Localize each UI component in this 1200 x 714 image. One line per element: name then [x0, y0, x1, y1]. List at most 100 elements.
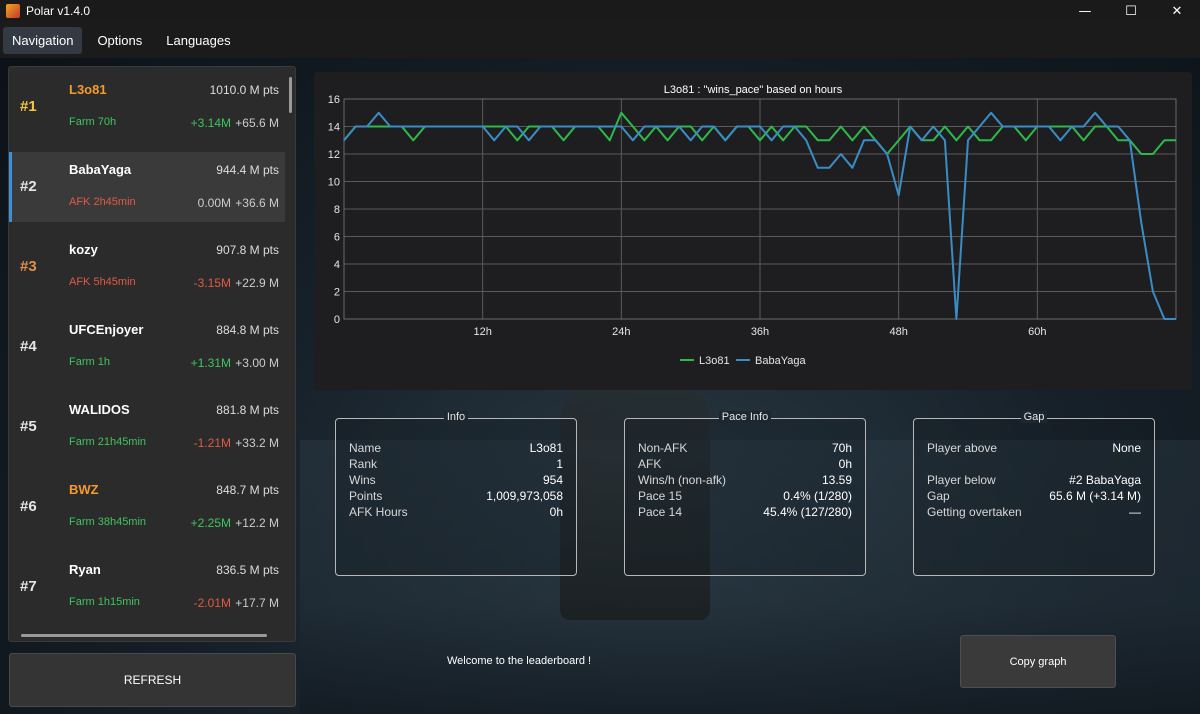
refresh-button[interactable]: REFRESH — [9, 653, 296, 707]
rank-label: #6 — [20, 498, 37, 515]
rank-label: #3 — [20, 258, 37, 275]
player-points: 881.8 M pts — [216, 403, 279, 417]
title-bar: Polar v1.4.0 — ☐ ✕ — [0, 0, 1200, 22]
leaderboard-list[interactable]: #1 L3o81 1010.0 M pts Farm 70h +3.14M +6… — [8, 66, 296, 642]
player-status: Farm 38h45min — [69, 516, 147, 528]
player-delta: -2.01M — [193, 596, 231, 610]
copy-graph-button[interactable]: Copy graph — [960, 635, 1116, 688]
pace-row-non-afk: Non-AFK 70h — [638, 441, 852, 455]
player-gap: +22.9 M — [235, 276, 279, 290]
player-gap: +33.2 M — [235, 436, 279, 450]
y-tick-label: 12 — [328, 149, 340, 161]
player-gap: +17.7 M — [235, 596, 279, 610]
y-tick-label: 10 — [328, 177, 340, 189]
pace-row-pace-15: Pace 15 0.4% (1/280) — [638, 489, 852, 503]
rank-label: #2 — [20, 178, 37, 195]
close-button[interactable]: ✕ — [1154, 0, 1200, 22]
list-item-player-4[interactable]: #4 UFCEnjoyer 884.8 M pts Farm 1h +1.31M… — [9, 312, 285, 382]
player-status: Farm 1h — [69, 356, 110, 368]
info-row-name: Name L3o81 — [349, 441, 563, 455]
gap-row-player-below: Player below #2 BabaYaga — [927, 473, 1141, 487]
player-delta: 0.00M — [197, 196, 231, 210]
y-tick-label: 6 — [334, 232, 340, 244]
player-status: Farm 1h15min — [69, 596, 140, 608]
welcome-message: Welcome to the leaderboard ! — [447, 655, 592, 667]
player-delta: -1.21M — [193, 436, 231, 450]
player-delta: +1.31M — [190, 356, 231, 370]
rank-label: #7 — [20, 578, 37, 595]
menu-bar: Navigation Options Languages — [0, 22, 1200, 58]
player-delta: +2.25M — [190, 516, 231, 530]
player-points: 907.8 M pts — [216, 243, 279, 257]
pace-info-title: Pace Info — [718, 411, 772, 423]
player-name: L3o81 — [69, 82, 107, 97]
y-tick-label: 2 — [334, 287, 340, 299]
info-box: Info Name L3o81 Rank 1 Wins 954 Points 1,009… — [335, 411, 577, 576]
y-tick-label: 14 — [328, 122, 340, 134]
rank-label: #5 — [20, 418, 37, 435]
list-item-player-7[interactable]: #7 Ryan 836.5 M pts Farm 1h15min -2.01M … — [9, 552, 285, 622]
x-tick-label: 24h — [612, 326, 630, 338]
list-item-player-2[interactable]: #2 BabaYaga 944.4 M pts AFK 2h45min 0.00… — [9, 152, 285, 222]
list-item-player-5[interactable]: #5 WALIDOS 881.8 M pts Farm 21h45min -1.… — [9, 392, 285, 462]
x-tick-label: 36h — [751, 326, 769, 338]
player-status: AFK 2h45min — [69, 196, 136, 208]
pace-info-box: Pace Info Non-AFK 70h AFK 0h Wins/h (non-a… — [624, 411, 866, 576]
wins-pace-chart: L3o81 : "wins_pace" based on hours 0 2 4 6 8… — [328, 84, 1177, 367]
chart-grid — [344, 98, 1176, 320]
info-box-title: Info — [443, 411, 469, 423]
menu-navigation[interactable]: Navigation — [3, 26, 83, 54]
pace-row-afk: AFK 0h — [638, 457, 852, 471]
gap-box-title: Gap — [1020, 411, 1048, 423]
menu-options[interactable]: Options — [88, 27, 151, 54]
pace-row-pace-14: Pace 14 45.4% (127/280) — [638, 505, 852, 519]
info-row-points: Points 1,009,973,058 — [349, 489, 563, 503]
player-status: Farm 70h — [69, 116, 117, 128]
player-points: 848.7 M pts — [216, 483, 279, 497]
player-status: Farm 21h45min — [69, 436, 147, 448]
minimize-button[interactable]: — — [1062, 0, 1108, 22]
gap-row-getting-overtaken: Getting overtaken — — [927, 505, 1141, 519]
pace-row-wins-per-hour: Wins/h (non-afk) 13.59 — [638, 473, 852, 487]
list-item-player-3[interactable]: #3 kozy 907.8 M pts AFK 5h45min -3.15M +… — [9, 232, 285, 302]
player-name: BWZ — [69, 482, 99, 497]
window-controls: — ☐ ✕ — [1062, 0, 1200, 22]
x-tick-label: 60h — [1028, 326, 1046, 338]
y-tick-label: 0 — [334, 314, 340, 326]
app-icon — [6, 4, 20, 18]
chart-title: L3o81 : "wins_pace" based on hours — [664, 84, 843, 96]
rank-label: #4 — [20, 338, 37, 355]
player-delta: -3.15M — [193, 276, 231, 290]
gap-row-player-above: Player above None — [927, 441, 1141, 455]
player-points: 884.8 M pts — [216, 323, 279, 337]
player-gap: +65.6 M — [235, 116, 279, 130]
list-item-player-1[interactable]: #1 L3o81 1010.0 M pts Farm 70h +3.14M +6… — [9, 72, 285, 142]
maximize-button[interactable]: ☐ — [1108, 0, 1154, 22]
info-row-afk-hours: AFK Hours 0h — [349, 505, 563, 519]
menu-languages[interactable]: Languages — [157, 27, 239, 54]
x-tick-label: 48h — [889, 326, 907, 338]
player-name: BabaYaga — [69, 162, 132, 177]
list-item-player-6[interactable]: #6 BWZ 848.7 M pts Farm 38h45min +2.25M … — [9, 472, 285, 542]
legend-label-l3o81: L3o81 — [699, 355, 730, 367]
rank-label: #1 — [20, 98, 37, 115]
player-delta: +3.14M — [190, 116, 231, 130]
player-points: 836.5 M pts — [216, 563, 279, 577]
info-row-wins: Wins 954 — [349, 473, 563, 487]
player-name: Ryan — [69, 562, 101, 577]
chart-panel: L3o81 : "wins_pace" based on hours 0 2 4 6 8… — [314, 72, 1192, 390]
info-row-rank: Rank 1 — [349, 457, 563, 471]
horizontal-scrollbar[interactable] — [21, 634, 267, 637]
y-tick-label: 8 — [334, 204, 340, 216]
legend-label-babayaga: BabaYaga — [755, 355, 806, 367]
chart-legend: L3o81 BabaYaga — [680, 355, 806, 367]
gap-box: Gap Player above None Player below #2 Baba… — [913, 411, 1155, 576]
player-gap: +36.6 M — [235, 196, 279, 210]
player-gap: +12.2 M — [235, 516, 279, 530]
player-status: AFK 5h45min — [69, 276, 136, 288]
gap-row-gap: Gap 65.6 M (+3.14 M) — [927, 489, 1141, 503]
vertical-scrollbar[interactable] — [289, 77, 292, 113]
player-name: UFCEnjoyer — [69, 322, 144, 337]
y-tick-label: 4 — [334, 259, 340, 271]
player-name: kozy — [69, 242, 98, 257]
